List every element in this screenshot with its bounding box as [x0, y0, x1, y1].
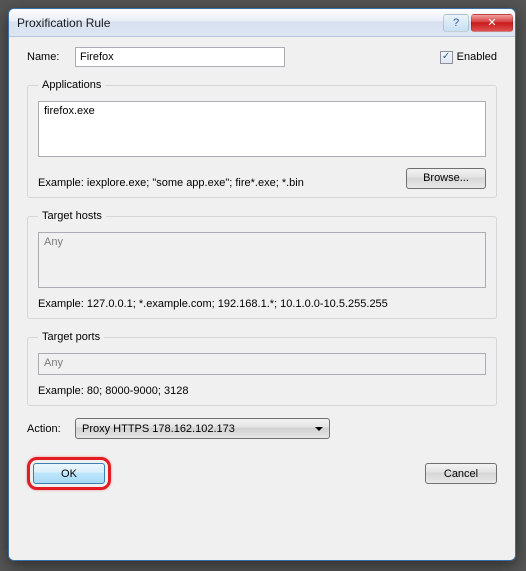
titlebar: Proxification Rule ? ✕ [9, 9, 515, 37]
target-ports-group: Target ports Example: 80; 8000-9000; 312… [27, 331, 497, 406]
target-ports-example: Example: 80; 8000-9000; 3128 [38, 385, 486, 397]
dialog-buttons: OK Cancel [27, 457, 497, 490]
target-hosts-example: Example: 127.0.0.1; *.example.com; 192.1… [38, 298, 486, 310]
cancel-button[interactable]: Cancel [425, 463, 497, 484]
action-selected-value: Proxy HTTPS 178.162.102.173 [82, 423, 311, 435]
name-row: Name: ✓ Enabled [27, 47, 497, 67]
enabled-label: Enabled [457, 51, 497, 63]
target-hosts-input[interactable] [38, 232, 486, 288]
name-input[interactable] [75, 47, 285, 67]
action-row: Action: Proxy HTTPS 178.162.102.173 [27, 418, 497, 439]
ok-highlight: OK [27, 457, 111, 490]
target-ports-legend: Target ports [38, 331, 104, 343]
applications-example: Example: iexplore.exe; "some app.exe"; f… [38, 177, 304, 189]
action-label: Action: [27, 423, 75, 435]
checkmark-icon: ✓ [440, 51, 453, 64]
action-select[interactable]: Proxy HTTPS 178.162.102.173 [75, 418, 330, 439]
applications-input[interactable] [38, 101, 486, 157]
target-hosts-group: Target hosts Example: 127.0.0.1; *.examp… [27, 210, 497, 319]
ok-button[interactable]: OK [33, 463, 105, 484]
dialog-window: Proxification Rule ? ✕ Name: ✓ Enabled A… [8, 8, 516, 561]
name-label: Name: [27, 51, 75, 63]
window-title: Proxification Rule [17, 16, 441, 30]
enabled-checkbox-wrap[interactable]: ✓ Enabled [440, 51, 497, 64]
dialog-content: Name: ✓ Enabled Applications Example: ie… [9, 37, 515, 560]
applications-legend: Applications [38, 79, 105, 91]
applications-group: Applications Example: iexplore.exe; "som… [27, 79, 497, 198]
target-hosts-legend: Target hosts [38, 210, 106, 222]
browse-button[interactable]: Browse... [406, 168, 486, 189]
target-ports-input[interactable] [38, 353, 486, 375]
help-button[interactable]: ? [443, 14, 469, 32]
chevron-down-icon [311, 420, 327, 437]
close-button[interactable]: ✕ [471, 14, 513, 32]
